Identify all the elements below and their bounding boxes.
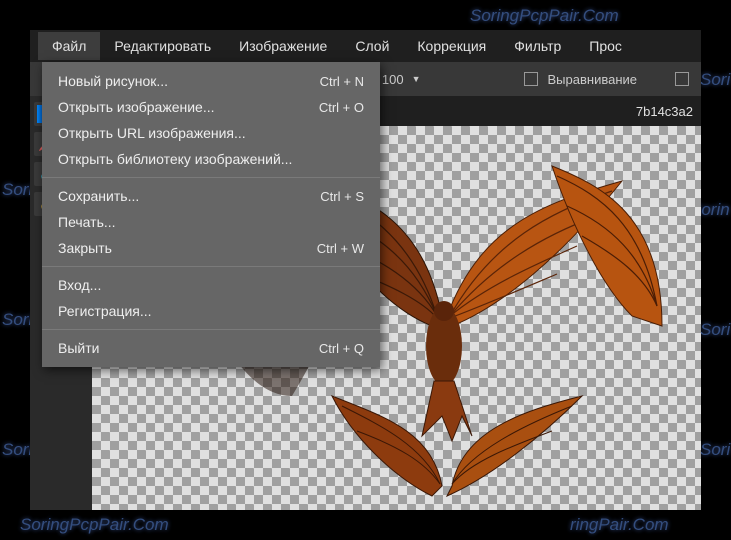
watermark: SoringPcpPair.Com [20, 515, 169, 535]
menu-separator [42, 329, 380, 330]
checkbox-align[interactable] [524, 72, 538, 86]
menu-adjustment[interactable]: Коррекция [403, 32, 500, 60]
watermark: SoringPcpPair.Com [470, 6, 619, 26]
file-menu-dropdown: Новый рисунок... Ctrl + N Открыть изобра… [42, 62, 380, 367]
menu-item-print[interactable]: Печать... [42, 209, 380, 235]
menu-item-open[interactable]: Открыть изображение... Ctrl + O [42, 94, 380, 120]
checkbox-other[interactable] [675, 72, 689, 86]
menu-edit[interactable]: Редактировать [100, 32, 225, 60]
menu-item-open-url[interactable]: Открыть URL изображения... [42, 120, 380, 146]
menu-item-close[interactable]: Закрыть Ctrl + W [42, 235, 380, 261]
menu-image[interactable]: Изображение [225, 32, 341, 60]
checkbox-align-label: Выравнивание [548, 72, 637, 87]
menu-file[interactable]: Файл [38, 32, 100, 60]
app-window: Файл Редактировать Изображение Слой Корр… [30, 30, 701, 510]
watermark: Sori [700, 440, 730, 460]
menu-item-register[interactable]: Регистрация... [42, 298, 380, 324]
menu-view[interactable]: Прос [575, 32, 636, 60]
menu-layer[interactable]: Слой [341, 32, 403, 60]
watermark: Sori [700, 320, 730, 340]
menu-item-exit[interactable]: Выйти Ctrl + Q [42, 335, 380, 361]
menu-item-new[interactable]: Новый рисунок... Ctrl + N [42, 68, 380, 94]
menu-filter[interactable]: Фильтр [500, 32, 575, 60]
watermark: Sori [700, 70, 730, 90]
watermark: ringPair.Com [570, 515, 669, 535]
menu-separator [42, 177, 380, 178]
menu-item-open-library[interactable]: Открыть библиотеку изображений... [42, 146, 380, 172]
menu-separator [42, 266, 380, 267]
opacity-field[interactable]: 100▼ [382, 72, 421, 87]
menu-item-save[interactable]: Сохранить... Ctrl + S [42, 183, 380, 209]
document-name: 7b14c3a2 [636, 104, 693, 119]
menubar: Файл Редактировать Изображение Слой Корр… [30, 30, 701, 62]
chevron-down-icon: ▼ [412, 74, 421, 84]
menu-item-login[interactable]: Вход... [42, 272, 380, 298]
